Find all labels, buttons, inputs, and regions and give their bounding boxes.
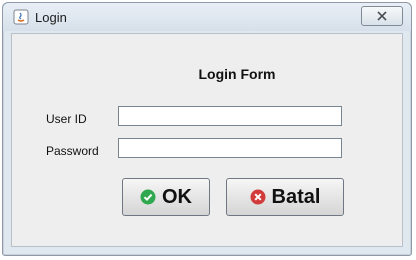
ok-label: OK xyxy=(162,185,192,208)
close-button[interactable] xyxy=(361,6,403,26)
user-id-label: User ID xyxy=(46,112,87,126)
password-input[interactable] xyxy=(118,138,342,158)
ok-button[interactable]: OK xyxy=(122,178,210,216)
title-bar[interactable]: Login xyxy=(3,3,411,31)
password-label: Password xyxy=(46,144,99,158)
java-app-icon xyxy=(13,9,29,25)
window-title: Login xyxy=(35,10,67,25)
form-title: Login Form xyxy=(198,66,276,82)
close-icon xyxy=(377,11,387,21)
cancel-label: Batal xyxy=(271,185,321,208)
form-panel: Login Form User ID Password OK Batal xyxy=(11,33,403,247)
check-circle-icon xyxy=(140,189,156,205)
user-id-input[interactable] xyxy=(118,106,342,126)
cancel-button[interactable]: Batal xyxy=(226,178,344,216)
x-circle-icon xyxy=(250,189,266,205)
login-window: Login Login Form User ID Password OK Bat… xyxy=(2,2,412,256)
